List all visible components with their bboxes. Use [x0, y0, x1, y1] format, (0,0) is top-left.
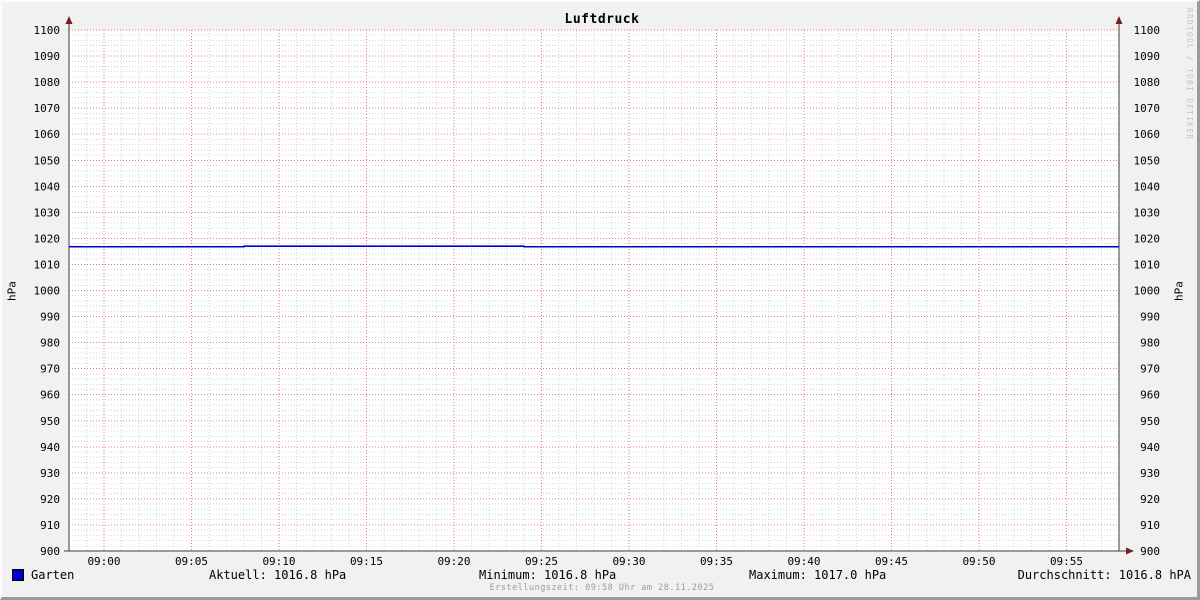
- y-axis-tick-label-left: 1020: [34, 232, 61, 245]
- y-axis-tick-label-right: 1000: [1134, 285, 1161, 298]
- stat-minimum: Minimum: 1016.8 hPa: [479, 568, 617, 582]
- y-axis-tick-label-left: 910: [40, 519, 60, 532]
- y-axis-tick-label-right: 1020: [1134, 232, 1161, 245]
- y-axis-tick-label-left: 930: [40, 467, 60, 480]
- x-axis-tick-label: 09:50: [962, 555, 995, 568]
- series-color-swatch: [12, 569, 24, 581]
- y-axis-tick-label-right: 1080: [1134, 76, 1161, 89]
- y-axis-arrow-right: [1115, 16, 1123, 24]
- y-axis-tick-label-left: 1050: [34, 154, 61, 167]
- y-axis-tick-label-left: 1000: [34, 285, 61, 298]
- stat-current: Aktuell: 1016.8 hPa: [209, 568, 347, 582]
- y-axis-tick-label-left: 1040: [34, 180, 61, 193]
- y-axis-tick-label-right: 970: [1140, 363, 1160, 376]
- y-axis-tick-label-left: 1010: [34, 258, 61, 271]
- y-axis-tick-label-right: 930: [1140, 467, 1160, 480]
- y-axis-tick-label-left: 1100: [34, 24, 61, 37]
- y-axis-tick-label-right: 900: [1140, 545, 1160, 558]
- y-axis-tick-label-right: 1010: [1134, 258, 1161, 271]
- x-axis-tick-label: 09:40: [787, 555, 820, 568]
- y-axis-tick-label-right: 920: [1140, 493, 1160, 506]
- y-axis-tick-label-right: 940: [1140, 441, 1160, 454]
- y-axis-tick-label-right: 950: [1140, 415, 1160, 428]
- x-axis-tick-label: 09:20: [437, 555, 470, 568]
- y-axis-tick-label-left: 950: [40, 415, 60, 428]
- y-axis-tick-label-left: 940: [40, 441, 60, 454]
- creation-timestamp: Erstellungszeit: 09:58 Uhr am 28.11.2025: [489, 583, 715, 593]
- x-axis-tick-label: 09:15: [350, 555, 383, 568]
- y-axis-tick-label-left: 1060: [34, 128, 61, 141]
- x-axis-tick-label: 09:30: [612, 555, 645, 568]
- stat-maximum: Maximum: 1017.0 hPa: [749, 568, 887, 582]
- y-axis-tick-label-left: 970: [40, 363, 60, 376]
- y-axis-tick-label-left: 980: [40, 337, 60, 350]
- y-axis-tick-label-right: 910: [1140, 519, 1160, 532]
- y-axis-tick-label-left: 1080: [34, 76, 61, 89]
- y-axis-tick-label-right: 1060: [1134, 128, 1161, 141]
- y-axis-tick-label-right: 1050: [1134, 154, 1161, 167]
- y-axis-tick-label-left: 990: [40, 311, 60, 324]
- legend-row: Garten Aktuell: 1016.8 hPa Minimum: 1016…: [2, 568, 1197, 584]
- y-axis-tick-label-right: 1040: [1134, 180, 1161, 193]
- y-axis-arrow-left: [65, 16, 73, 24]
- x-axis-tick-label: 09:00: [87, 555, 120, 568]
- y-axis-tick-label-left: 1070: [34, 102, 61, 115]
- chart-canvas: 09:00 09:05 09:10 09:15 09:20 09:25 09:30 09:35…: [34, 16, 1161, 568]
- y-axis-tick-label-right: 960: [1140, 389, 1160, 402]
- y-axis-tick-label-right: 1070: [1134, 102, 1161, 115]
- x-axis-tick-label: 09:25: [525, 555, 558, 568]
- x-axis-tick-label: 09:45: [875, 555, 908, 568]
- rrdtool-pressure-graph: Luftdruck 09:00 09:05 09:10 09:15 09:20 09:25…: [0, 0, 1200, 600]
- x-axis-arrow: [1126, 547, 1134, 555]
- x-axis-tick-label: 09:05: [175, 555, 208, 568]
- y-axis-tick-label-left: 960: [40, 389, 60, 402]
- series-line-garten: [69, 245, 1119, 248]
- y-axis-label-right: hPa: [1172, 281, 1186, 301]
- y-axis-tick-label-right: 1100: [1134, 24, 1161, 37]
- y-axis-tick-label-right: 1030: [1134, 206, 1161, 219]
- x-axis-tick-label: 09:55: [1050, 555, 1083, 568]
- y-axis-tick-label-right: 980: [1140, 337, 1160, 350]
- rrdtool-watermark: RRDTOOL / TOBI OETIKER: [1185, 8, 1194, 141]
- y-axis-tick-label-right: 1090: [1134, 50, 1161, 63]
- y-axis-tick-label-left: 1090: [34, 50, 61, 63]
- x-axis-tick-label: 09:10: [262, 555, 295, 568]
- x-axis-tick-label: 09:35: [700, 555, 733, 568]
- y-axis-tick-label-left: 920: [40, 493, 60, 506]
- y-axis-tick-label-left: 1030: [34, 206, 61, 219]
- y-axis-label-left: hPa: [5, 281, 19, 301]
- y-axis-tick-label-right: 990: [1140, 311, 1160, 324]
- series-label: Garten: [31, 568, 75, 582]
- stat-average: Durchschnitt: 1016.8 hPA: [1017, 568, 1191, 582]
- y-axis-tick-label-left: 900: [40, 545, 60, 558]
